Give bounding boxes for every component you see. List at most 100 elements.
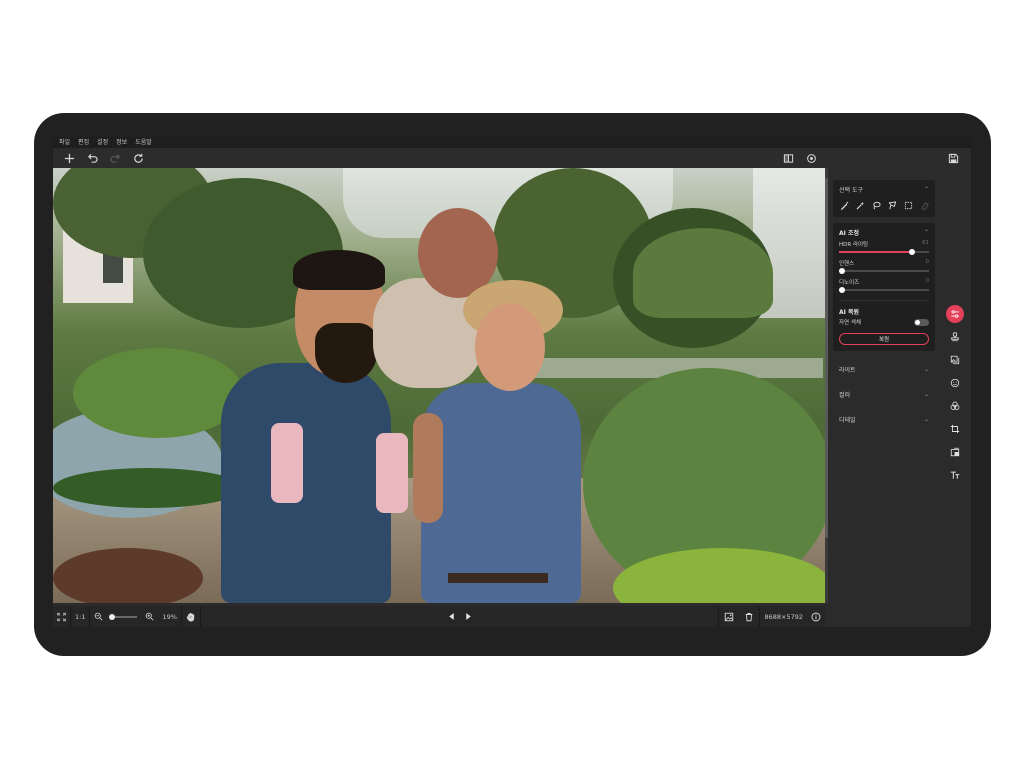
selection-tools-title: 선택 도구 [839,186,863,194]
hdr-lighting-slider[interactable] [839,248,929,256]
slider-knob[interactable] [908,249,915,255]
photo-bush [73,348,243,438]
image-icon [725,612,734,621]
zoom-value: 19% [162,612,177,621]
image-button[interactable] [719,606,739,627]
photo-palm [633,228,773,318]
face-icon [950,378,960,388]
ai-adjust-header[interactable]: AI 조정 ⌃ [839,227,929,237]
photo-girl-boot [376,433,408,513]
one-to-one-button[interactable]: 1:1 [71,606,89,627]
adjust-tool-button[interactable] [946,305,964,323]
resize-tool-button[interactable] [946,443,964,461]
brush-tool[interactable] [839,200,849,210]
tool-rail [946,305,968,489]
zoom-out-button[interactable] [90,606,107,627]
chevron-up-icon: ⌃ [923,185,929,193]
photo-canvas[interactable] [53,168,825,603]
marquee-tool[interactable] [903,200,913,210]
zoom-level: 19% [158,606,180,627]
preview-button[interactable] [803,150,819,166]
ai-adjust-title: AI 조정 [839,229,860,237]
eraser-tool[interactable] [919,200,929,210]
lasso-icon [872,201,881,209]
section-color[interactable]: 컬러 ⌄ [833,382,935,407]
selection-tools-card: 선택 도구 ⌃ [833,180,935,217]
section-light[interactable]: 라이트 ⌄ [833,357,935,382]
delete-button[interactable] [739,606,759,627]
photo-woman-face [475,303,545,391]
magic-wand-tool[interactable] [855,200,865,210]
redo-button[interactable] [107,150,123,166]
menu-edit[interactable]: 편집 [78,137,89,148]
eraser-icon [920,201,929,210]
slider-value: 0 [925,259,930,265]
next-image-button[interactable] [460,606,477,627]
stamp-icon [951,332,959,342]
compare-button[interactable] [780,150,796,166]
canvas-scrollbar-thumb[interactable] [825,178,828,538]
previous-image-button[interactable] [443,606,460,627]
zoom-in-button[interactable] [141,606,158,627]
reset-icon [133,153,143,163]
polygon-lasso-icon [887,200,896,209]
stamp-tool-button[interactable] [946,328,964,346]
section-label: 컬러 [839,392,851,399]
menu-info[interactable]: 정보 [116,137,127,148]
menu-file[interactable]: 파일 [59,137,70,148]
ai-restore-header: AI 복원 [839,306,929,316]
crop-tool-button[interactable] [946,420,964,438]
photo-man-hair [293,250,385,290]
color-mix-icon [950,401,960,410]
denoise-slider-row: 디노이즈 0 [839,278,929,294]
menu-help[interactable]: 도움말 [135,137,152,148]
face-tool-button[interactable] [946,374,964,392]
save-icon [948,153,958,163]
photo-man-beard [315,323,377,383]
hand-icon [186,612,195,622]
brush-icon [840,201,848,210]
hand-tool-button[interactable] [182,606,200,627]
redo-icon [109,153,120,163]
app-window: 파일 편집 설정 정보 도움말 1:1 19% 8688×5792 선택 도구 … [53,137,971,627]
photo-woman-arm [413,413,443,523]
toolbar [53,148,971,168]
slider-knob[interactable] [839,287,845,293]
arrow-left-icon [448,613,454,620]
divider [839,300,929,301]
adjustment-panel: 선택 도구 ⌃ AI 조정 ⌃ HDR 라이팅 81 인핸스 0 디노이즈 0 … [833,180,935,627]
polygon-lasso-tool[interactable] [887,200,897,210]
menu-bar: 파일 편집 설정 정보 도움말 [53,137,971,148]
lasso-tool[interactable] [871,200,881,210]
selection-tools-header[interactable]: 선택 도구 ⌃ [839,184,929,194]
marquee-icon [904,201,912,209]
zoom-slider-knob[interactable] [109,613,116,620]
photo-man-torso [221,363,391,603]
zoom-slider[interactable] [109,613,138,620]
reset-button[interactable] [130,150,146,166]
slider-knob[interactable] [839,268,845,274]
info-button[interactable] [807,606,825,627]
layers-tool-button[interactable] [946,351,964,369]
chevron-down-icon: ⌄ [923,391,929,398]
canvas-scrollbar[interactable] [825,168,828,603]
magic-wand-icon [856,201,864,209]
save-button[interactable] [945,150,961,166]
add-button[interactable] [61,150,77,166]
adjust-icon [951,310,959,318]
info-icon [811,612,821,621]
color-mix-tool-button[interactable] [946,397,964,415]
preview-icon [806,153,816,163]
denoise-slider[interactable] [839,286,929,294]
fit-screen-icon [57,612,66,621]
menu-settings[interactable]: 설정 [97,137,108,148]
text-tool-button[interactable] [946,466,964,484]
natural-color-toggle[interactable] [914,318,929,326]
restore-button[interactable]: 복원 [839,333,929,345]
section-detail[interactable]: 디테일 ⌄ [833,407,935,432]
zoom-in-icon [146,612,155,621]
photo-woman-belt [448,573,548,583]
undo-button[interactable] [84,150,100,166]
fit-screen-button[interactable] [53,606,70,627]
enhance-slider[interactable] [839,267,929,275]
